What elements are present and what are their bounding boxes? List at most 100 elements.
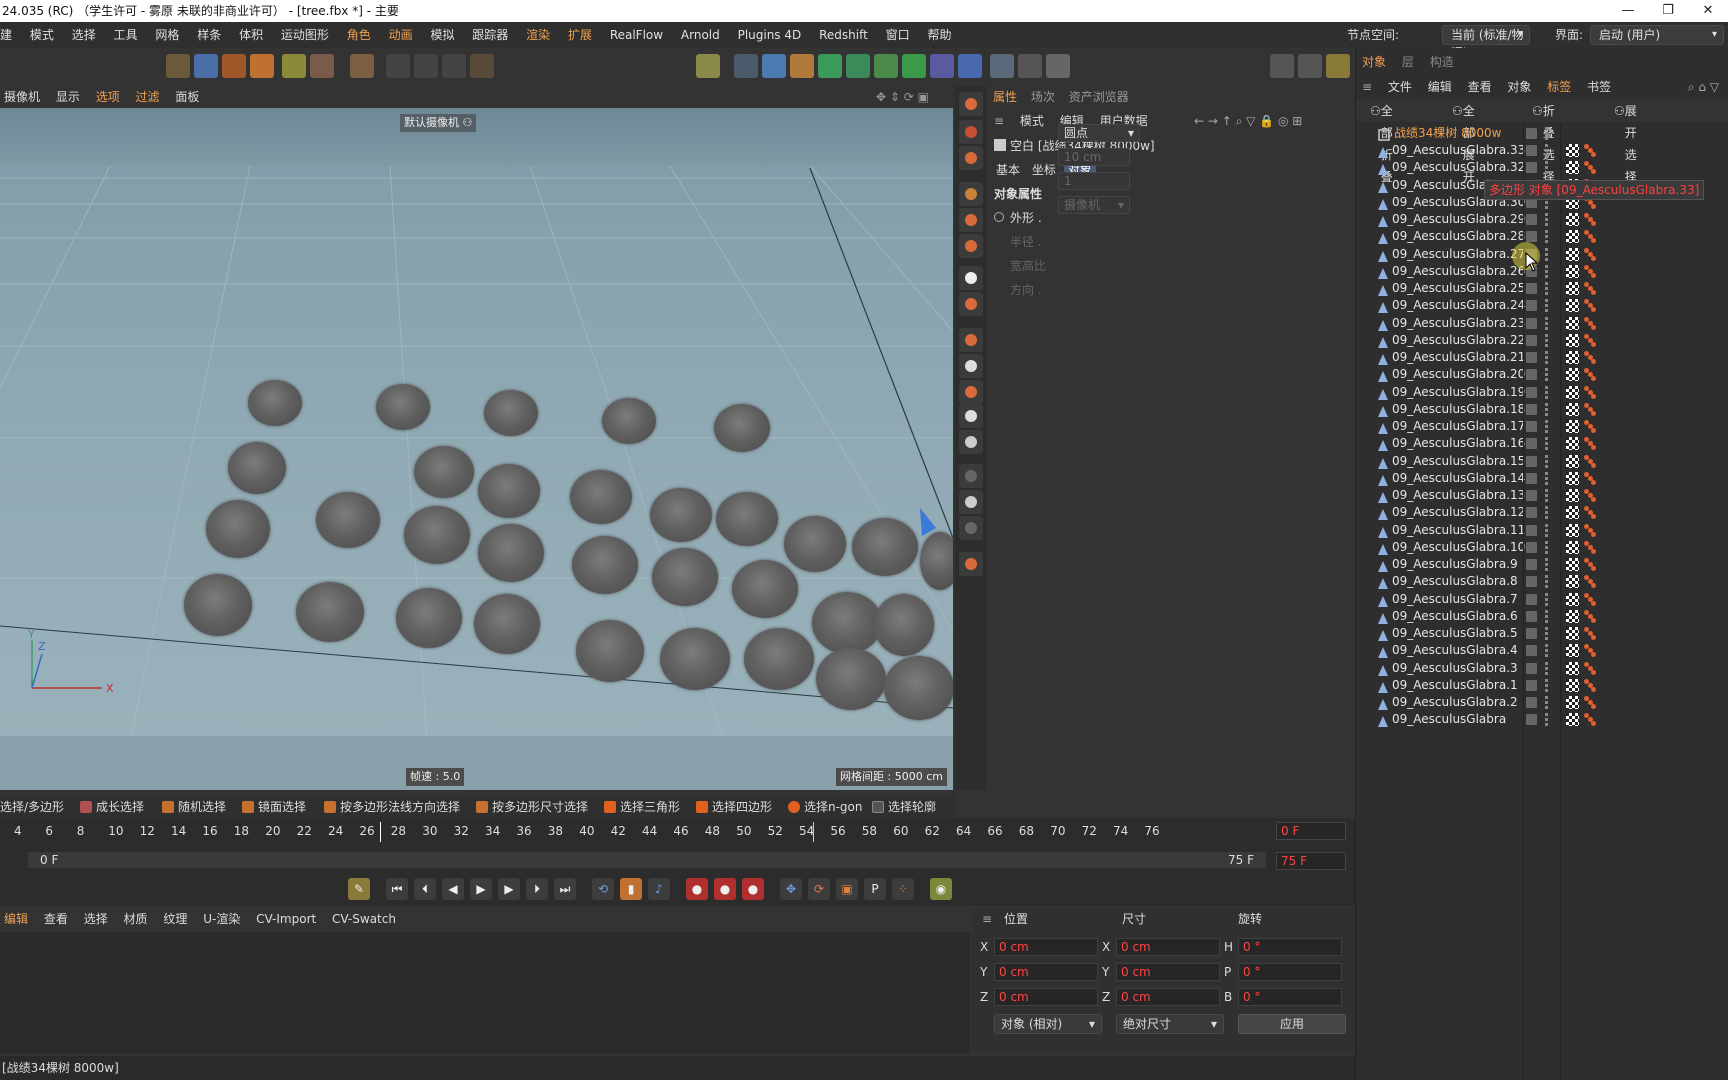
render-settings-icon[interactable] xyxy=(1326,54,1350,78)
tree-model[interactable] xyxy=(478,524,544,582)
object-row[interactable]: 09_AesculusGlabra.15 xyxy=(1356,452,1728,471)
texture-tag-icon[interactable] xyxy=(1566,282,1579,295)
texture-tag-icon[interactable] xyxy=(1566,230,1579,244)
phong-tag-icon[interactable] xyxy=(1584,264,1596,278)
phong-tag-icon[interactable] xyxy=(1584,696,1596,709)
menu-tracker[interactable]: 跟踪器 xyxy=(465,22,515,48)
object-row[interactable]: 09_AesculusGlabra.29 xyxy=(1356,210,1728,229)
model-mode-icon[interactable] xyxy=(282,54,306,78)
obj-menu-object[interactable]: 对象 xyxy=(1501,76,1537,98)
pos-y-input[interactable]: 0 cm xyxy=(994,963,1098,981)
phong-tag-icon[interactable] xyxy=(1584,523,1596,537)
ptab-basic[interactable]: 基本 xyxy=(992,160,1024,180)
texture-tag-icon[interactable] xyxy=(1566,540,1579,554)
next-key-icon[interactable]: ⏵ xyxy=(526,878,548,900)
render-dots-icon[interactable] xyxy=(1545,609,1548,623)
texture-tag-icon[interactable] xyxy=(1566,385,1579,399)
object-row[interactable]: 09_AesculusGlabra.19 xyxy=(1356,383,1728,402)
visibility-check-icon[interactable] xyxy=(1526,300,1537,312)
visibility-check-icon[interactable] xyxy=(1526,662,1537,674)
obj-menu-view[interactable]: 查看 xyxy=(1462,76,1498,98)
coord-mode-dropdown[interactable]: 对象 (相对) ▾ xyxy=(994,1014,1102,1034)
goto-start-icon[interactable]: ⏮ xyxy=(386,878,408,900)
settings-icon[interactable] xyxy=(959,430,983,454)
obj-menu-tags[interactable]: 标签 xyxy=(1541,76,1577,98)
apply-button[interactable]: 应用 xyxy=(1238,1014,1346,1034)
tab-layers[interactable]: 层 xyxy=(1396,52,1420,72)
rotate-tool-icon[interactable] xyxy=(222,54,246,78)
tree-model[interactable] xyxy=(784,516,846,572)
visibility-check-icon[interactable] xyxy=(1526,679,1537,691)
texture-tag-icon[interactable] xyxy=(1566,247,1579,261)
visibility-check-icon[interactable] xyxy=(1526,559,1537,570)
texture-tag-icon[interactable] xyxy=(1566,609,1579,623)
visibility-check-icon[interactable] xyxy=(1526,541,1537,553)
render-dots-icon[interactable] xyxy=(1545,558,1548,571)
visibility-check-icon[interactable] xyxy=(1526,145,1537,156)
texture-tag-icon[interactable] xyxy=(1566,489,1579,502)
render-dots-icon[interactable] xyxy=(1545,402,1548,416)
object-row[interactable]: 09_AesculusGlabra.22 xyxy=(1356,331,1728,350)
mograph-icon[interactable] xyxy=(902,54,926,78)
texture-tag-icon[interactable] xyxy=(1566,368,1579,382)
render-region-icon[interactable] xyxy=(959,208,983,232)
render-dots-icon[interactable] xyxy=(1545,161,1548,175)
tree-model[interactable] xyxy=(316,492,380,548)
object-row[interactable]: 09_AesculusGlabra.33 xyxy=(1356,141,1728,160)
render-dots-icon[interactable] xyxy=(1545,506,1548,520)
menu-animate[interactable]: 动画 xyxy=(382,22,420,48)
object-row[interactable]: 09_AesculusGlabra.10 xyxy=(1356,538,1728,557)
object-row[interactable]: 09_AesculusGlabra.6 xyxy=(1356,607,1728,626)
camera-icon[interactable] xyxy=(1018,54,1042,78)
size-x-input[interactable]: 0 cm xyxy=(1116,938,1220,956)
visibility-check-icon[interactable] xyxy=(1526,369,1537,381)
3d-viewport[interactable]: 默认摄像机 ⚇ Y Z X 帧速 : 5.0 网格间距 : 5000 cm xyxy=(0,108,953,790)
object-row[interactable]: 09_AesculusGlabra.17 xyxy=(1356,417,1728,436)
phong-tag-icon[interactable] xyxy=(1584,575,1596,589)
phong-tag-icon[interactable] xyxy=(1584,558,1596,571)
phong-tag-icon[interactable] xyxy=(1584,161,1596,175)
tree-model[interactable] xyxy=(478,464,540,518)
grow-select-tool[interactable]: 成长选择 xyxy=(96,796,144,818)
render-dots-icon[interactable] xyxy=(1545,713,1548,727)
tree-model[interactable] xyxy=(920,532,953,590)
texture-tag-icon[interactable] xyxy=(1566,713,1579,727)
rot-p-input[interactable]: 0 ° xyxy=(1238,963,1342,981)
tab-takes[interactable]: 场次 xyxy=(1026,86,1060,108)
tree-model[interactable] xyxy=(716,492,778,546)
menu-realflow[interactable]: RealFlow xyxy=(603,22,670,48)
texture-tag-icon[interactable] xyxy=(1566,316,1579,330)
tree-model[interactable] xyxy=(396,588,462,648)
brush-icon[interactable] xyxy=(959,464,983,488)
tree-model[interactable] xyxy=(732,560,798,618)
texture-tag-icon[interactable] xyxy=(1566,351,1579,364)
texture-tag-icon[interactable] xyxy=(1566,402,1579,416)
render-dots-icon[interactable] xyxy=(1545,351,1548,364)
texture-tag-icon[interactable] xyxy=(1566,696,1579,709)
tree-model[interactable] xyxy=(296,582,364,642)
menu-spline[interactable]: 样条 xyxy=(190,22,228,48)
visibility-check-icon[interactable] xyxy=(1526,438,1537,450)
visibility-check-icon[interactable] xyxy=(1526,162,1537,174)
phong-tag-icon[interactable] xyxy=(1584,230,1596,244)
phong-tag-icon[interactable] xyxy=(1584,299,1596,313)
phong-tag-icon[interactable] xyxy=(1584,627,1596,640)
texture-tag-icon[interactable] xyxy=(1566,661,1579,675)
visibility-check-icon[interactable] xyxy=(1526,697,1537,708)
key-position-icon[interactable]: ✥ xyxy=(780,878,802,900)
mat-menu-urender[interactable]: U-渲染 xyxy=(197,908,246,930)
snap-icon[interactable] xyxy=(959,146,983,170)
object-row[interactable]: 09_AesculusGlabra.20 xyxy=(1356,365,1728,384)
tab-objects[interactable]: 对象 xyxy=(1356,52,1392,72)
tree-model[interactable] xyxy=(206,500,270,558)
field-icon[interactable] xyxy=(958,54,982,78)
render-dots-icon[interactable] xyxy=(1545,454,1548,468)
object-row[interactable]: 09_AesculusGlabra.9 xyxy=(1356,555,1728,574)
tab-asset-browser[interactable]: 资产浏览器 xyxy=(1064,86,1134,108)
tree-model[interactable] xyxy=(650,488,712,542)
object-row[interactable]: 09_AesculusGlabra.3 xyxy=(1356,659,1728,678)
texture-tag-icon[interactable] xyxy=(1566,506,1579,520)
select-ngon-tool[interactable]: 选择n-gon xyxy=(804,796,863,818)
render-dots-icon[interactable] xyxy=(1545,696,1548,709)
tree-model[interactable] xyxy=(248,380,302,426)
